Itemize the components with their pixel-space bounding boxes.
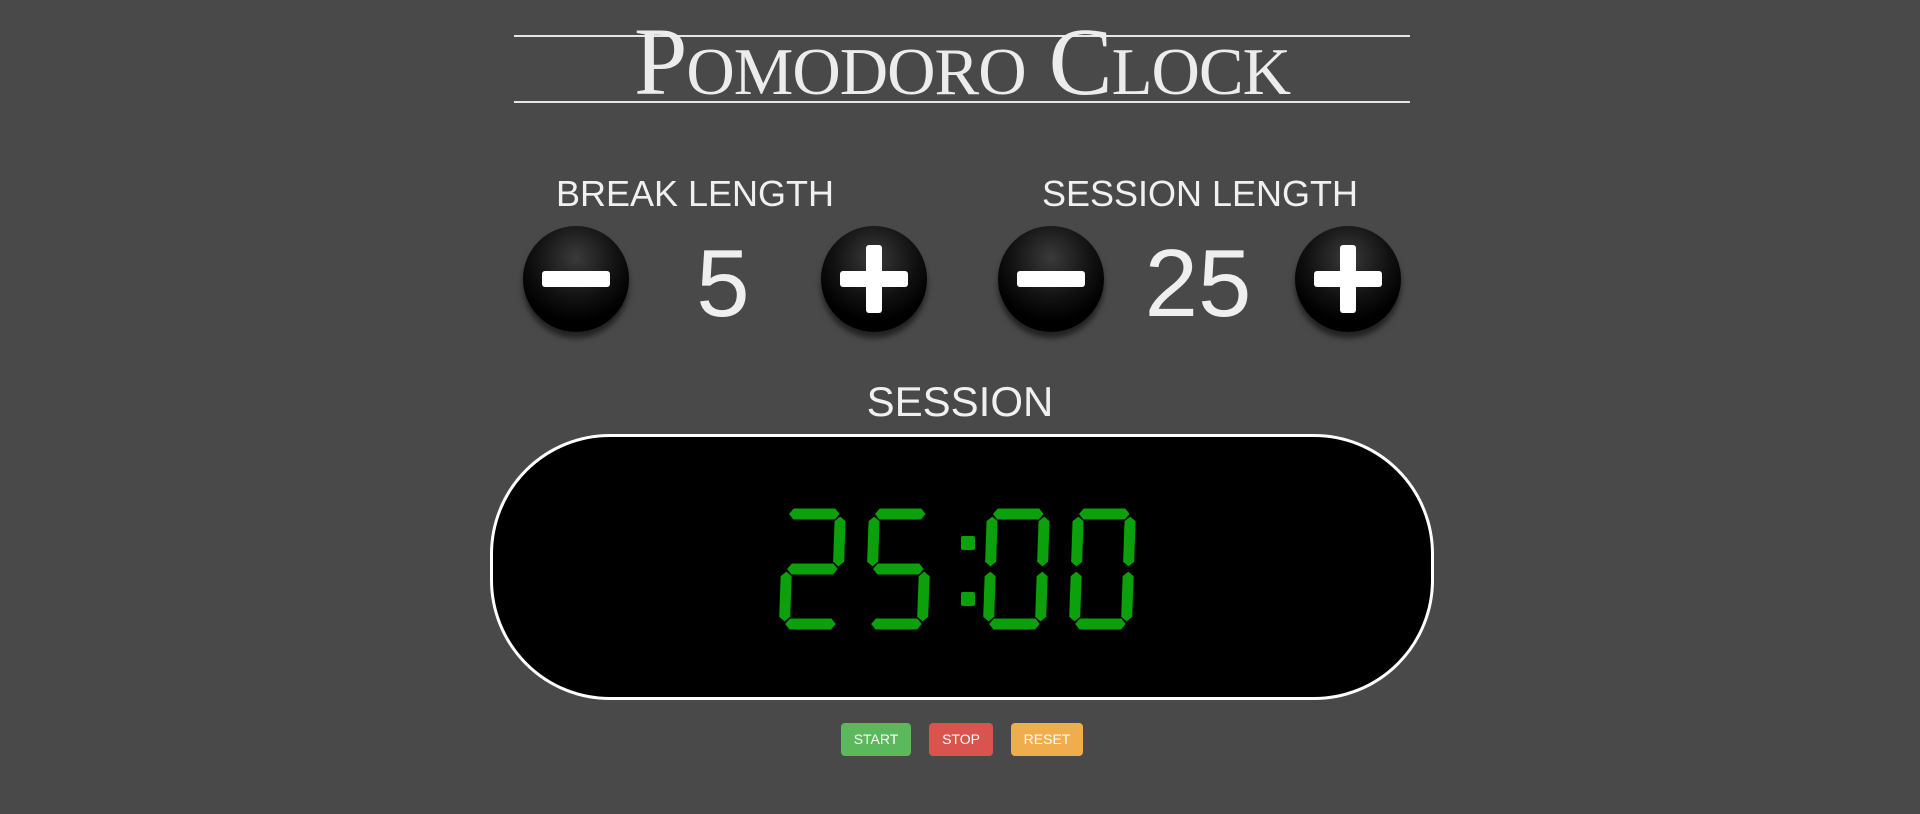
session-decrement-button[interactable] (998, 226, 1104, 332)
timer-colon (961, 536, 975, 606)
timer-digit-0 (778, 507, 847, 631)
session-length-control: SESSION LENGTH 25 (998, 170, 1401, 340)
title-banner: Pomodoro Clock (514, 12, 1410, 112)
pomodoro-app: Pomodoro Clock BREAK LENGTH 5 SESSION LE… (0, 0, 1920, 814)
start-button[interactable]: START (841, 723, 911, 756)
timer-digit-2 (982, 507, 1051, 631)
session-increment-button[interactable] (1295, 226, 1401, 332)
timer-digit-1 (866, 507, 931, 631)
break-length-label: BREAK LENGTH (555, 173, 835, 214)
timer-digit-3 (1068, 507, 1137, 631)
session-length-label: SESSION LENGTH (1041, 173, 1359, 214)
seven-segment-time (778, 507, 1137, 631)
minus-icon (542, 271, 610, 287)
timer-display (490, 434, 1434, 700)
timer-mode-label: SESSION (866, 378, 1054, 425)
stop-button[interactable]: STOP (929, 723, 993, 756)
reset-button[interactable]: RESET (1011, 723, 1083, 756)
break-increment-button[interactable] (821, 226, 927, 332)
break-length-control: BREAK LENGTH 5 (523, 170, 927, 340)
minus-icon (1017, 271, 1085, 287)
title-rule-bottom (514, 101, 1410, 103)
break-length-value: 5 (696, 230, 750, 337)
session-length-value: 25 (1144, 230, 1252, 337)
break-decrement-button[interactable] (523, 226, 629, 332)
page-title: Pomodoro Clock (634, 8, 1291, 115)
